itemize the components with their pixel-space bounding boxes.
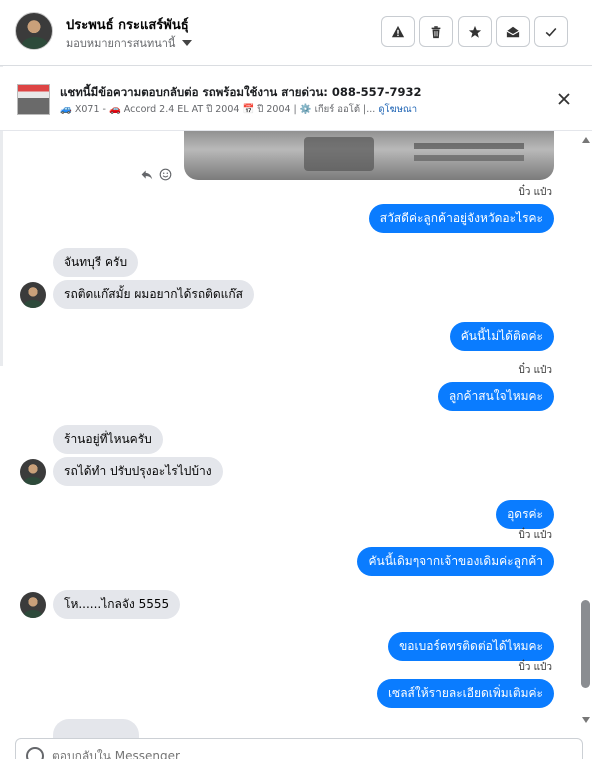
seen-indicator: บิ๋ว แป๋ว [518, 662, 552, 673]
contact-name[interactable]: ประพนธ์ กระแสร์พันธุ์ [66, 14, 189, 35]
message-thread[interactable]: บิ๋ว แป๋ว สวัสดีค่ะลูกค้าอยู่จังหวัดอะไร… [0, 131, 579, 738]
mark-unread-button[interactable] [496, 16, 530, 47]
star-button[interactable] [458, 16, 492, 47]
scroll-down-arrow-icon[interactable] [582, 717, 590, 723]
sender-avatar[interactable] [20, 592, 46, 618]
reply-icon[interactable] [140, 168, 153, 181]
sender-avatar[interactable] [20, 282, 46, 308]
incoming-message[interactable]: รถได้ทำ ปรับปรุงอะไรไปบ้าง [53, 457, 223, 486]
outgoing-message[interactable]: คันนี้ไม่ได้ติดค่ะ [449, 322, 554, 351]
reply-composer[interactable] [15, 738, 583, 759]
ad-meta-text: 🚙 X071 - 🚗 Accord 2.4 EL AT ปี 2004 📅 ปี… [60, 104, 376, 115]
sender-avatar[interactable] [20, 459, 46, 485]
seen-indicator: บิ๋ว แป๋ว [518, 187, 552, 198]
incoming-message[interactable]: รถติดแก๊สมั้ย ผมอยากได้รถติดแก๊ส [53, 280, 255, 309]
check-icon [545, 27, 557, 37]
incoming-message[interactable]: โห......ไกลจัง 5555 [53, 590, 181, 619]
ad-context-banner: แชทนี้มีข้อความตอบกลับต่อ รถพร้อมใช้งาน … [0, 67, 592, 131]
trash-icon [431, 25, 441, 38]
conversation-header: ประพนธ์ กระแสร์พันธุ์ มอบหมายการสนทนานี้ [0, 0, 592, 66]
ad-meta: 🚙 X071 - 🚗 Accord 2.4 EL AT ปี 2004 📅 ปี… [60, 102, 417, 117]
scroll-up-arrow-icon[interactable] [582, 137, 590, 143]
image-attachment[interactable] [184, 131, 554, 180]
reply-input[interactable] [52, 749, 452, 759]
message-actions [140, 168, 172, 181]
outgoing-message[interactable]: ลูกค้าสนใจไหมคะ [437, 382, 554, 411]
seen-indicator: บิ๋ว แป๋ว [518, 365, 552, 376]
star-icon [468, 25, 482, 38]
mark-unread-icon [506, 26, 520, 37]
warning-icon [391, 25, 405, 37]
close-icon[interactable] [556, 91, 572, 107]
assign-conversation-dropdown[interactable]: มอบหมายการสนทนานี้ [66, 34, 193, 52]
delete-button[interactable] [419, 16, 453, 47]
outgoing-message[interactable]: อุดรค่ะ [496, 500, 554, 529]
mark-done-button[interactable] [534, 16, 568, 47]
messenger-icon [26, 747, 44, 759]
incoming-message-partial [53, 719, 139, 738]
contact-avatar[interactable] [15, 12, 53, 50]
incoming-message[interactable]: ร้านอยู่ที่ไหนครับ [53, 425, 163, 454]
report-button[interactable] [381, 16, 415, 47]
incoming-message[interactable]: จันทบุรี ครับ [53, 248, 139, 277]
caret-down-icon [182, 40, 193, 46]
scrollbar-thumb[interactable] [581, 600, 590, 688]
assign-label: มอบหมายการสนทนานี้ [66, 37, 176, 50]
ad-title: แชทนี้มีข้อความตอบกลับต่อ รถพร้อมใช้งาน … [60, 85, 422, 99]
outgoing-message[interactable]: เซลส์ให้รายละเอียดเพิ่มเติมค่ะ [376, 679, 554, 708]
view-ad-link[interactable]: ดูโฆษณา [378, 104, 417, 115]
seen-indicator: บิ๋ว แป๋ว [518, 530, 552, 541]
emoji-icon[interactable] [159, 168, 172, 181]
outgoing-message[interactable]: คันนี้เดิมๆจากเจ้าของเดิมค่ะลูกค้า [357, 547, 554, 576]
outgoing-message[interactable]: ขอเบอร์คทรติดต่อได้ไหมคะ [388, 632, 554, 661]
outgoing-message[interactable]: สวัสดีค่ะลูกค้าอยู่จังหวัดอะไรคะ [368, 204, 554, 233]
ad-thumbnail[interactable] [17, 84, 50, 115]
